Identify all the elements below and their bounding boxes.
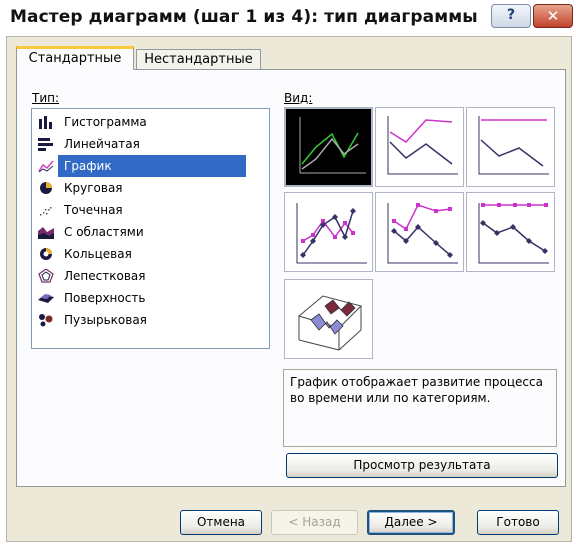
list-item[interactable]: С областями bbox=[32, 221, 246, 243]
cancel-button[interactable]: Отмена bbox=[180, 510, 262, 535]
title-bar: Мастер диаграмм (шаг 1 из 4): тип диагра… bbox=[0, 0, 576, 36]
list-item-label: С областями bbox=[64, 225, 144, 239]
list-item[interactable]: Поверхность bbox=[32, 287, 246, 309]
chart-type-list[interactable]: Гистограмма Линейчатая График Круговая Т… bbox=[31, 108, 270, 349]
help-button[interactable]: ? bbox=[491, 4, 531, 28]
list-item[interactable]: Линейчатая bbox=[32, 133, 246, 155]
list-item-selected[interactable]: График bbox=[38, 155, 246, 177]
subtype-description: График отображает развитие процесса во в… bbox=[283, 369, 557, 447]
stacked-line-subtype-icon bbox=[387, 116, 458, 175]
line-subtype-thumbnail[interactable] bbox=[284, 107, 373, 187]
line-subtype-icon bbox=[299, 117, 366, 174]
100-stacked-line-subtype-thumbnail[interactable] bbox=[466, 107, 555, 187]
line-markers-subtype-thumbnail[interactable] bbox=[284, 192, 373, 272]
list-item[interactable]: Точечная bbox=[32, 199, 246, 221]
line-markers-subtype-icon bbox=[296, 203, 367, 264]
list-item[interactable]: Лепестковая bbox=[32, 265, 246, 287]
100-stacked-line-markers-subtype-icon bbox=[478, 203, 549, 264]
list-item-label: Лепестковая bbox=[64, 269, 146, 283]
list-item-label: Линейчатая bbox=[64, 137, 140, 151]
question-icon: ? bbox=[506, 7, 516, 23]
radar-chart-icon bbox=[38, 269, 54, 283]
list-item[interactable]: Пузырьковая bbox=[32, 309, 246, 331]
list-item[interactable]: Гистограмма bbox=[32, 111, 246, 133]
bubble-chart-icon bbox=[39, 314, 53, 327]
list-item-label: График bbox=[64, 159, 112, 173]
tab-nonstandard[interactable]: Нестандартные bbox=[136, 49, 261, 70]
list-item[interactable]: Круговая bbox=[32, 177, 246, 199]
stacked-line-markers-subtype-icon bbox=[387, 203, 458, 264]
close-icon: ✕ bbox=[546, 7, 560, 25]
next-button[interactable]: Далее > bbox=[367, 510, 455, 535]
column-chart-icon bbox=[39, 116, 52, 129]
100-stacked-line-markers-subtype-thumbnail[interactable] bbox=[466, 192, 555, 272]
stacked-line-subtype-thumbnail[interactable] bbox=[375, 107, 464, 187]
pie-chart-icon bbox=[40, 182, 52, 194]
list-item-label: Кольцевая bbox=[64, 247, 132, 261]
100-stacked-line-subtype-icon bbox=[478, 116, 549, 175]
3d-line-subtype-icon bbox=[297, 295, 362, 351]
type-label: Тип: bbox=[32, 91, 59, 105]
bar-chart-icon bbox=[38, 138, 53, 151]
finish-button[interactable]: Готово bbox=[477, 510, 559, 535]
close-button[interactable]: ✕ bbox=[533, 4, 573, 28]
window-title: Мастер диаграмм (шаг 1 из 4): тип диагра… bbox=[10, 7, 478, 27]
list-item-label: Круговая bbox=[64, 181, 123, 195]
stacked-line-markers-subtype-thumbnail[interactable] bbox=[375, 192, 464, 272]
subtype-description-text: График отображает развитие процесса во в… bbox=[290, 375, 543, 405]
back-button[interactable]: < Назад bbox=[271, 510, 358, 535]
surface-chart-icon bbox=[38, 294, 54, 303]
subtype-label-text: Вид: bbox=[284, 91, 313, 105]
list-item[interactable]: Кольцевая bbox=[32, 243, 246, 265]
list-item-label: Точечная bbox=[64, 203, 123, 217]
preview-result-button[interactable]: Просмотр результата bbox=[286, 453, 558, 478]
3d-line-subtype-thumbnail[interactable] bbox=[284, 279, 373, 359]
subtype-label: Вид: bbox=[284, 91, 312, 105]
line-chart-icon bbox=[38, 159, 54, 173]
tab-standard[interactable]: Стандартные bbox=[16, 46, 134, 70]
list-item-label: Пузырьковая bbox=[64, 313, 147, 327]
doughnut-chart-icon bbox=[40, 248, 52, 260]
type-label-text: Тип: bbox=[32, 91, 60, 105]
list-item-label: Поверхность bbox=[64, 291, 146, 305]
scatter-chart-icon bbox=[40, 207, 52, 216]
list-item-label: Гистограмма bbox=[64, 115, 147, 129]
area-chart-icon bbox=[38, 227, 54, 239]
